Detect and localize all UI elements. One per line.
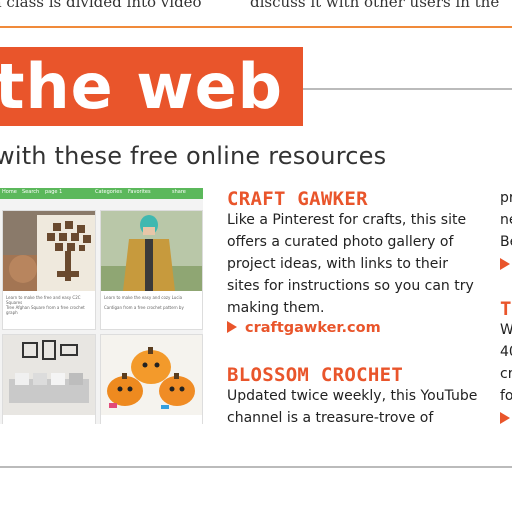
title-banner-text: n the web xyxy=(0,50,283,123)
body-line: Updated twice weekly, this YouTube xyxy=(227,388,478,404)
nav-home: Home xyxy=(2,189,17,195)
right-col-line: pr xyxy=(500,190,512,206)
nav-categories: Categories xyxy=(95,189,122,195)
bottom-rule xyxy=(0,466,512,468)
craftgawker-screenshot: Home Search page 1 Categories Favorites … xyxy=(0,188,203,424)
banner-rule xyxy=(303,88,512,90)
craft-gawker-heading: CRAFT GAWKER xyxy=(227,188,368,210)
right-col-line: 40 xyxy=(500,344,512,360)
screenshot-nav-bar: Home Search page 1 Categories Favorites … xyxy=(0,188,203,199)
body-line: sites for instructions so you can try xyxy=(227,278,474,294)
nav-favorites: Favorites xyxy=(128,189,151,195)
arrow-icon xyxy=(227,321,237,333)
right-col-line: Be xyxy=(500,234,512,250)
tile-caption: Learn to make the easy and cozy Lucia xyxy=(104,295,183,300)
body-line: channel is a treasure-trove of xyxy=(227,410,434,426)
body-line: making them. xyxy=(227,300,325,316)
body-line: project ideas, with links to their xyxy=(227,256,448,272)
craft-gawker-body: Like a Pinterest for crafts, this site o… xyxy=(227,209,474,319)
right-col-arrow-icon xyxy=(500,412,510,424)
right-col-line: cr xyxy=(500,366,512,382)
nav-share: share xyxy=(172,189,186,195)
blossom-crochet-body: Updated twice weekly, this YouTube chann… xyxy=(227,385,477,429)
right-col-line: ne xyxy=(500,212,512,228)
living-room-image xyxy=(3,335,95,415)
tile-living-room xyxy=(2,334,96,424)
body-line: Like a Pinterest for crafts, this site xyxy=(227,212,467,228)
craftgawker-link[interactable]: craftgawker.com xyxy=(227,320,381,336)
tile-cardigan: Learn to make the easy and cozy Lucia Ca… xyxy=(100,210,203,330)
title-banner: n the web xyxy=(0,47,303,126)
tile-caption: Cardigan from a free crochet pattern by xyxy=(104,305,184,310)
right-col-arrow-icon xyxy=(500,258,510,270)
nav-search: Search xyxy=(22,189,40,195)
right-col-heading: TI xyxy=(500,298,512,320)
tree-afghan-image xyxy=(3,211,95,291)
top-rule xyxy=(0,26,512,28)
body-line: offers a curated photo gallery of xyxy=(227,234,454,250)
pumpkins-image xyxy=(101,335,202,415)
blossom-crochet-heading: BLOSSOM CROCHET xyxy=(227,364,404,386)
right-col-line: fo xyxy=(500,388,512,404)
prev-column-text-left: n class is divided into video xyxy=(0,0,202,11)
right-col-line: W xyxy=(500,322,512,338)
tile-caption: Learn to make the free and easy C2C Squa… xyxy=(6,295,81,305)
tile-caption: Tree Afghan Square from a free crochet g… xyxy=(6,305,85,315)
link-text: craftgawker.com xyxy=(245,320,381,336)
prev-column-text-right: discuss it with other users in the xyxy=(250,0,500,11)
nav-page: page 1 xyxy=(45,189,63,195)
tile-tree-afghan: Learn to make the free and easy C2C Squa… xyxy=(2,210,96,330)
tile-pumpkins xyxy=(100,334,203,424)
cardigan-image xyxy=(101,211,202,291)
subtitle: with these free online resources xyxy=(0,142,387,170)
